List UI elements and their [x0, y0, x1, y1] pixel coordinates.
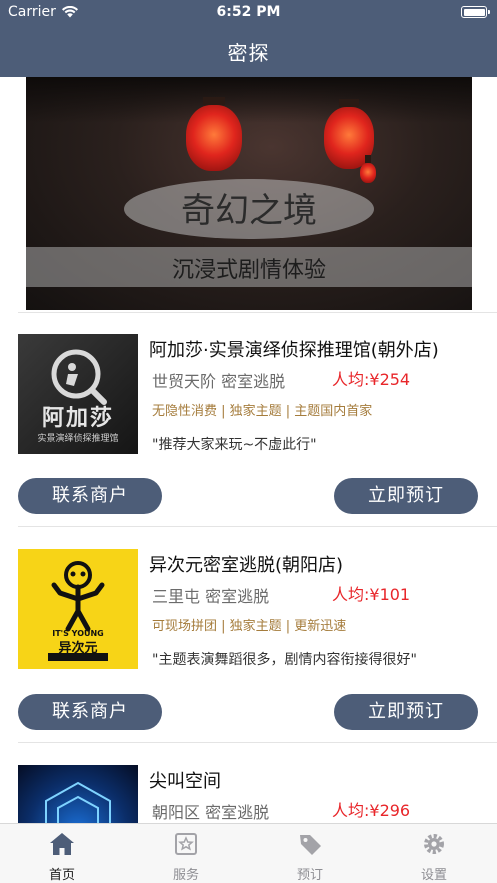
- shop-name[interactable]: 阿加莎·实景演绎侦探推理馆(朝外店): [149, 336, 439, 362]
- shop-tags: 可现场拼团 | 独家主题 | 更新迅速: [152, 619, 347, 634]
- app-screen: Carrier 6:52 PM 密探 奇幻之境 沉浸式剧情体验 阿加莎 实景演绎…: [0, 0, 497, 883]
- tag-icon: [300, 835, 321, 855]
- book-now-button[interactable]: 立即预订: [334, 478, 478, 514]
- lantern-image: [360, 155, 376, 183]
- shop-logo-subtext: 实景演绎侦探推理馆: [37, 434, 119, 444]
- tab-service[interactable]: 服务: [124, 824, 248, 883]
- page-title: 密探: [227, 41, 270, 65]
- shop-price: 人均:¥296: [332, 801, 411, 820]
- shop-area: 三里屯 密室逃脱: [152, 587, 270, 606]
- status-bar: Carrier 6:52 PM: [0, 0, 497, 26]
- shop-logo-text: 阿加莎: [41, 406, 114, 431]
- lantern-image: [186, 97, 242, 171]
- banner-title: 奇幻之境: [181, 191, 317, 231]
- shop-review-quote: "推荐大家来玩~不虚此行": [152, 437, 317, 453]
- shop-thumbnail[interactable]: IT'S YOUNG 异次元: [18, 549, 138, 669]
- promo-banner[interactable]: 奇幻之境 沉浸式剧情体验: [26, 77, 472, 310]
- divider: [18, 526, 497, 527]
- banner-roof-shade: [26, 77, 472, 123]
- shop-tags: 无隐性消费 | 独家主题 | 主题国内首家: [152, 404, 373, 419]
- tab-home[interactable]: 首页: [0, 824, 124, 883]
- shop-price: 人均:¥101: [332, 585, 411, 604]
- tab-label: 设置: [420, 868, 447, 883]
- star-card-icon: [175, 833, 197, 855]
- shop-name[interactable]: 异次元密室逃脱(朝阳店): [149, 551, 343, 577]
- navigation-bar: Carrier 6:52 PM 密探: [0, 0, 497, 77]
- shop-price: 人均:¥254: [332, 370, 411, 389]
- gear-icon: [424, 834, 444, 854]
- tab-bar: 首页 服务 预订 设置: [0, 823, 497, 883]
- shop-logo-text: 异次元: [58, 641, 98, 656]
- shop-name[interactable]: 尖叫空间: [149, 767, 221, 793]
- contact-merchant-button[interactable]: 联系商户: [18, 694, 162, 730]
- shop-review-quote: "主题表演舞蹈很多，剧情内容衔接得很好": [152, 652, 417, 668]
- tab-booking[interactable]: 预订: [248, 824, 372, 883]
- contact-merchant-button[interactable]: 联系商户: [18, 478, 162, 514]
- banner-subtitle: 沉浸式剧情体验: [171, 258, 326, 283]
- shop-thumbnail[interactable]: 阿加莎 实景演绎侦探推理馆: [18, 334, 138, 454]
- tab-label: 首页: [48, 868, 75, 883]
- battery-icon: [461, 6, 490, 18]
- tab-label: 服务: [172, 868, 199, 883]
- shop-area: 朝阳区 密室逃脱: [152, 803, 270, 822]
- shop-area: 世贸天阶 密室逃脱: [152, 372, 286, 391]
- divider: [18, 312, 497, 313]
- tab-settings[interactable]: 设置: [372, 824, 496, 883]
- status-time: 6:52 PM: [216, 4, 281, 20]
- divider: [18, 742, 497, 743]
- tab-label: 预订: [296, 868, 323, 883]
- book-now-button[interactable]: 立即预订: [334, 694, 478, 730]
- home-icon: [50, 833, 74, 855]
